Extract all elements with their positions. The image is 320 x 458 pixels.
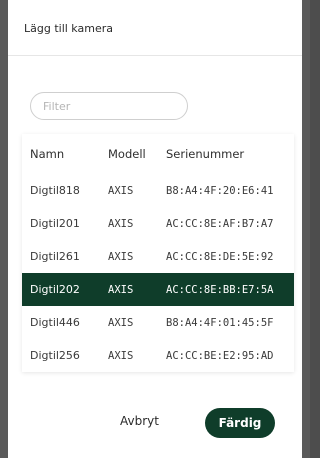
camera-name-cell: Digtil201 (30, 217, 80, 230)
dialog-header: Lägg till kamera (8, 0, 302, 56)
camera-serial-cell: B8:A4:4F:20:E6:41 (166, 184, 274, 197)
done-button[interactable]: Färdig (205, 408, 275, 438)
column-header-serial[interactable]: Serienummer (158, 134, 294, 174)
camera-model-cell: AXIS (108, 349, 134, 362)
filter-input[interactable] (30, 92, 188, 120)
camera-model-cell: AXIS (108, 184, 134, 197)
camera-name-cell: Digtil202 (22, 273, 100, 306)
cancel-button[interactable]: Avbryt (120, 414, 159, 428)
camera-table-card: Namn Modell Serienummer Digtil818 AXIS B8:… (22, 134, 294, 372)
camera-model-cell: AXIS (108, 217, 134, 230)
camera-name-cell: Digtil256 (30, 349, 80, 362)
table-row[interactable]: Digtil818 AXIS B8:A4:4F:20:E6:41 (22, 174, 294, 207)
camera-serial-cell: AC:CC:8E:AF:B7:A7 (166, 217, 274, 230)
table-header-row: Namn Modell Serienummer (22, 134, 294, 174)
camera-name-cell: Digtil818 (30, 184, 80, 197)
camera-model-cell: AXIS (108, 250, 134, 263)
column-header-model[interactable]: Modell (100, 134, 158, 174)
camera-serial-cell: B8:A4:4F:01:45:5F (166, 316, 274, 329)
column-header-name[interactable]: Namn (22, 134, 100, 174)
camera-model-cell: AXIS (108, 316, 134, 329)
camera-name-cell: Digtil261 (30, 250, 80, 263)
camera-name-cell: Digtil446 (30, 316, 80, 329)
camera-serial-cell: AC:CC:8E:DE:5E:92 (166, 250, 274, 263)
camera-serial-cell: AC:CC:BE:E2:95:AD (166, 349, 274, 362)
backdrop-edge (310, 0, 320, 458)
camera-table: Namn Modell Serienummer Digtil818 AXIS B8:… (22, 134, 294, 372)
table-row[interactable]: Digtil202 AXIS AC:CC:8E:BB:E7:5A (22, 273, 294, 306)
dialog-title: Lägg till kamera (24, 22, 113, 35)
table-row[interactable]: Digtil201 AXIS AC:CC:8E:AF:B7:A7 (22, 207, 294, 240)
camera-model-cell: AXIS (100, 273, 158, 306)
camera-serial-cell: AC:CC:8E:BB:E7:5A (158, 273, 294, 306)
table-row[interactable]: Digtil261 AXIS AC:CC:8E:DE:5E:92 (22, 240, 294, 273)
table-row[interactable]: Digtil446 AXIS B8:A4:4F:01:45:5F (22, 306, 294, 339)
table-row[interactable]: Digtil256 AXIS AC:CC:BE:E2:95:AD (22, 339, 294, 372)
